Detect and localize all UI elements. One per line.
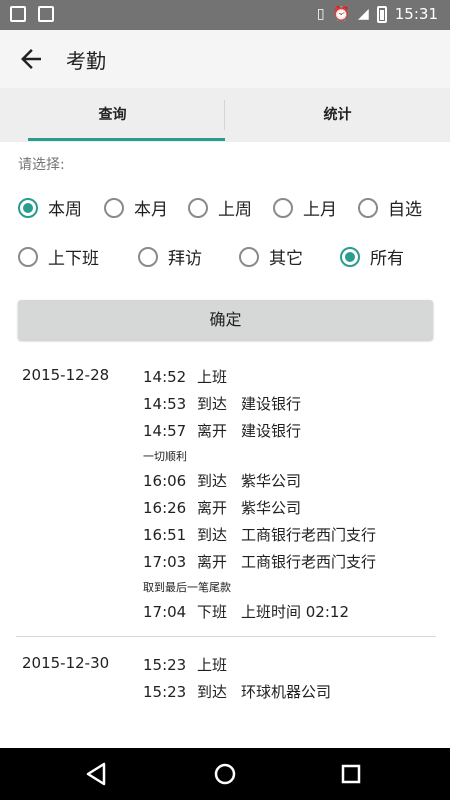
signal-icon: ◢ <box>357 6 369 22</box>
radio-circle <box>188 197 208 218</box>
radio-type-all[interactable]: 所有 <box>340 244 404 269</box>
event-action: 到达 <box>197 395 228 413</box>
nav-recents-icon[interactable] <box>336 760 366 788</box>
nav-home-icon[interactable] <box>210 760 240 788</box>
event-row: 14:53 到达 建设银行 <box>143 393 301 414</box>
event-time: 17:03 <box>143 553 187 571</box>
event-time: 15:23 <box>143 656 187 674</box>
event-time: 15:23 <box>143 683 187 701</box>
radio-circle <box>138 246 158 267</box>
radio-type-other[interactable]: 其它 <box>239 244 303 269</box>
event-detail: 建设银行 <box>241 395 302 413</box>
event-detail: 建设银行 <box>241 422 302 440</box>
event-row: 16:26 离开 紫华公司 <box>143 497 301 518</box>
event-row: 17:03 离开 工商银行老西门支行 <box>143 551 376 572</box>
event-time: 14:52 <box>143 368 187 386</box>
event-row: 14:52 上班 <box>143 366 241 387</box>
app-toolbar: 考勤 <box>0 30 450 88</box>
event-detail: 工商银行老西门支行 <box>241 526 377 544</box>
radio-type-commute[interactable]: 上下班 <box>18 244 99 269</box>
event-row: 17:04 下班 上班时间 02:12 <box>143 601 349 622</box>
radio-circle <box>239 246 259 267</box>
event-detail: 环球机器公司 <box>241 683 332 701</box>
radio-label: 上月 <box>303 200 337 220</box>
query-content: 请选择: 本周 本月 上周 上月 自选 上下班 拜访 其它 所有 确定 2015… <box>0 142 450 748</box>
record-divider <box>16 636 436 637</box>
radio-label: 所有 <box>370 249 404 269</box>
event-detail: 上班时间 02:12 <box>241 603 349 621</box>
radio-circle <box>340 246 360 267</box>
record-date: 2015-12-28 <box>22 366 110 384</box>
radio-circle <box>18 197 38 218</box>
radio-label: 本月 <box>134 200 168 220</box>
radio-label: 本周 <box>48 200 82 220</box>
event-time: 14:57 <box>143 422 187 440</box>
event-row: 15:23 上班 <box>143 654 241 675</box>
event-time: 17:04 <box>143 603 187 621</box>
radio-label: 其它 <box>269 249 303 269</box>
event-action: 离开 <box>197 553 228 571</box>
event-time: 16:26 <box>143 499 187 517</box>
radio-label: 自选 <box>388 200 422 220</box>
tab-bar: 查询 统计 <box>0 88 450 142</box>
event-time: 16:06 <box>143 472 187 490</box>
radio-label: 上下班 <box>48 249 99 269</box>
event-action: 上班 <box>197 368 228 386</box>
alarm-icon: ⏰ <box>332 6 350 22</box>
tab-indicator <box>28 138 225 141</box>
event-row: 14:57 离开 建设银行 <box>143 420 301 441</box>
event-action: 上班 <box>197 656 228 674</box>
vibrate-icon: ▯ <box>316 6 325 22</box>
choose-prompt: 请选择: <box>18 157 65 173</box>
radio-period-custom[interactable]: 自选 <box>358 195 422 220</box>
navigation-bar <box>0 748 450 800</box>
event-time: 14:53 <box>143 395 187 413</box>
event-action: 下班 <box>197 603 228 621</box>
image-notification-icon <box>10 6 26 22</box>
status-bar: ▯ ⏰ ◢ 15:31 <box>0 0 450 30</box>
radio-label: 拜访 <box>168 249 202 269</box>
download-notification-icon <box>38 6 54 22</box>
battery-icon <box>376 5 387 23</box>
radio-period-this-week[interactable]: 本周 <box>18 195 82 220</box>
radio-period-last-week[interactable]: 上周 <box>188 195 252 220</box>
event-note: 取到最后一笔尾款 <box>143 581 231 594</box>
tab-statistics[interactable]: 统计 <box>225 88 450 142</box>
event-time: 16:51 <box>143 526 187 544</box>
event-detail: 紫华公司 <box>241 499 302 517</box>
event-action: 到达 <box>197 683 228 701</box>
event-row: 15:23 到达 环球机器公司 <box>143 681 331 702</box>
event-action: 到达 <box>197 472 228 490</box>
confirm-button[interactable]: 确定 <box>18 300 433 340</box>
event-row: 16:06 到达 紫华公司 <box>143 470 301 491</box>
back-arrow-icon[interactable] <box>16 44 46 74</box>
event-action: 到达 <box>197 526 228 544</box>
nav-back-icon[interactable] <box>82 760 112 788</box>
event-action: 离开 <box>197 499 228 517</box>
record-date: 2015-12-30 <box>22 654 110 672</box>
event-row: 16:51 到达 工商银行老西门支行 <box>143 524 376 545</box>
event-note: 一切顺利 <box>143 450 187 463</box>
radio-circle <box>358 197 378 218</box>
radio-circle <box>18 246 38 267</box>
page-title: 考勤 <box>66 49 106 73</box>
status-time: 15:31 <box>394 5 438 23</box>
radio-circle <box>273 197 293 218</box>
radio-type-visit[interactable]: 拜访 <box>138 244 202 269</box>
radio-period-this-month[interactable]: 本月 <box>104 195 168 220</box>
radio-label: 上周 <box>218 200 252 220</box>
event-detail: 工商银行老西门支行 <box>241 553 377 571</box>
radio-period-last-month[interactable]: 上月 <box>273 195 337 220</box>
radio-circle <box>104 197 124 218</box>
event-detail: 紫华公司 <box>241 472 302 490</box>
tab-query[interactable]: 查询 <box>0 88 225 142</box>
event-action: 离开 <box>197 422 228 440</box>
